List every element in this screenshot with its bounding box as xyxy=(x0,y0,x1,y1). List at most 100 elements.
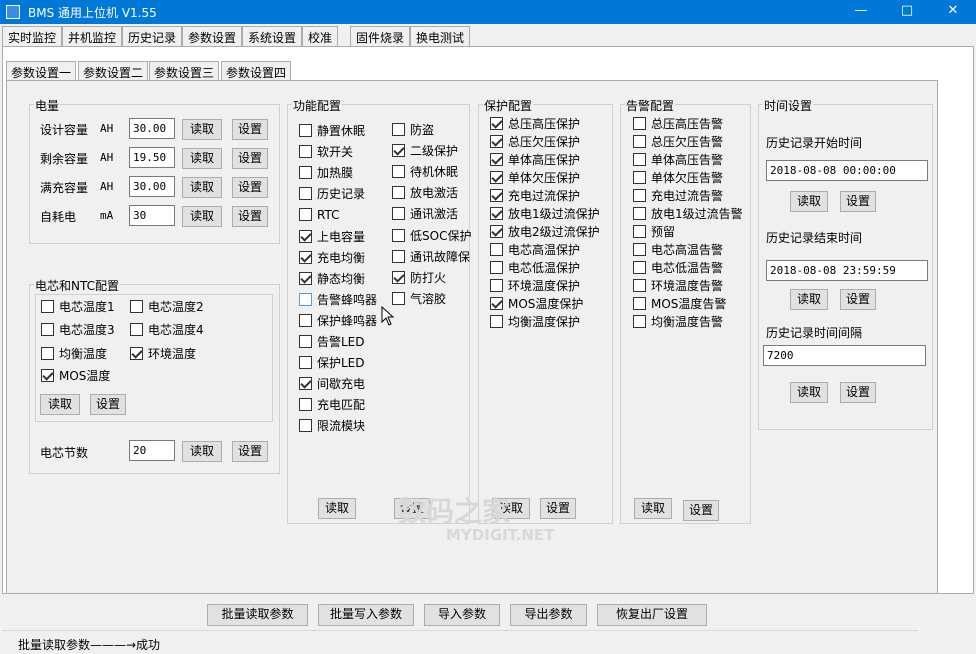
history-end-set-button[interactable]: 设置 xyxy=(840,289,876,310)
function-a-box-4[interactable] xyxy=(299,187,312,201)
cell-temp-3-checkbox[interactable]: 电芯温度3 xyxy=(41,322,115,338)
alarm-checkbox-3[interactable]: 单体高压告警 xyxy=(633,152,723,168)
balance-temp-box[interactable] xyxy=(41,347,54,360)
function-a-box-10[interactable] xyxy=(299,313,312,327)
tab-parallel-monitor[interactable]: 并机监控 xyxy=(62,26,123,47)
subtab-settings-1[interactable]: 参数设置一 xyxy=(6,61,77,81)
function-a-checkbox-14[interactable]: 充电匹配 xyxy=(299,397,365,413)
function-a-checkbox-4[interactable]: 历史记录 xyxy=(299,186,365,202)
function-a-box-13[interactable] xyxy=(299,377,312,391)
alarm-box-8[interactable] xyxy=(633,243,646,256)
function-b-checkbox-4[interactable]: 放电激活 xyxy=(392,185,458,201)
alarm-checkbox-6[interactable]: 放电1级过流告警 xyxy=(633,206,743,222)
remaining-capacity-read-button[interactable]: 读取 xyxy=(182,148,222,169)
alarm-checkbox-12[interactable]: 均衡温度告警 xyxy=(633,314,723,330)
minimize-button[interactable]: — xyxy=(838,0,884,24)
function-a-checkbox-1[interactable]: 静置休眠 xyxy=(299,123,365,139)
import-params-button[interactable]: 导入参数 xyxy=(424,604,500,626)
factory-reset-button[interactable]: 恢复出厂设置 xyxy=(597,604,707,626)
alarm-box-12[interactable] xyxy=(633,315,646,328)
design-capacity-set-button[interactable]: 设置 xyxy=(232,119,268,140)
alarm-box-3[interactable] xyxy=(633,153,646,166)
function-b-checkbox-1[interactable]: 防盗 xyxy=(392,122,434,138)
remaining-capacity-set-button[interactable]: 设置 xyxy=(232,148,268,169)
alarm-box-2[interactable] xyxy=(633,135,646,148)
protection-checkbox-9[interactable]: 电芯低温保护 xyxy=(490,260,580,276)
close-button[interactable]: ✕ xyxy=(930,0,976,24)
function-a-checkbox-2[interactable]: 软开关 xyxy=(299,144,353,160)
function-b-box-5[interactable] xyxy=(392,207,405,221)
alarm-checkbox-4[interactable]: 单体欠压告警 xyxy=(633,170,723,186)
function-b-box-9[interactable] xyxy=(392,291,405,305)
cell-count-read-button[interactable]: 读取 xyxy=(182,441,222,462)
function-a-box-3[interactable] xyxy=(299,166,312,180)
protection-checkbox-10[interactable]: 环境温度保护 xyxy=(490,278,580,294)
alarm-box-7[interactable] xyxy=(633,225,646,238)
full-capacity-input[interactable]: 30.00 xyxy=(129,176,175,197)
subtab-settings-4[interactable]: 参数设置四 xyxy=(221,61,292,81)
function-a-checkbox-11[interactable]: 告警LED xyxy=(299,334,365,350)
function-a-checkbox-12[interactable]: 保护LED xyxy=(299,355,365,371)
function-a-checkbox-5[interactable]: RTC xyxy=(299,207,339,223)
protection-checkbox-4[interactable]: 单体欠压保护 xyxy=(490,170,580,186)
cell-temp-4-checkbox[interactable]: 电芯温度4 xyxy=(130,322,204,338)
design-capacity-input[interactable]: 30.00 xyxy=(129,118,175,139)
function-b-box-3[interactable] xyxy=(392,165,405,179)
balance-temp-checkbox[interactable]: 均衡温度 xyxy=(41,346,107,362)
alarm-box-6[interactable] xyxy=(633,207,646,220)
protection-checkbox-5[interactable]: 充电过流保护 xyxy=(490,188,580,204)
function-a-checkbox-9[interactable]: 告警蜂鸣器 xyxy=(299,292,377,308)
ntc-read-button[interactable]: 读取 xyxy=(40,394,80,415)
function-read-button[interactable]: 读取 xyxy=(318,498,356,519)
protection-box-1[interactable] xyxy=(490,117,503,130)
function-a-checkbox-13[interactable]: 间歇充电 xyxy=(299,376,365,392)
self-consumption-input[interactable]: 30 xyxy=(129,205,175,226)
history-interval-set-button[interactable]: 设置 xyxy=(840,382,876,403)
alarm-box-5[interactable] xyxy=(633,189,646,202)
function-a-box-12[interactable] xyxy=(299,356,312,370)
function-b-box-2[interactable] xyxy=(392,144,405,158)
protection-box-5[interactable] xyxy=(490,189,503,202)
protection-box-3[interactable] xyxy=(490,153,503,166)
remaining-capacity-input[interactable]: 19.50 xyxy=(129,147,175,168)
function-a-box-11[interactable] xyxy=(299,335,312,348)
function-b-checkbox-8[interactable]: 防打火 xyxy=(392,270,446,286)
function-b-checkbox-2[interactable]: 二级保护 xyxy=(392,143,458,159)
tab-system-settings[interactable]: 系统设置 xyxy=(242,26,303,47)
alarm-box-10[interactable] xyxy=(633,279,646,292)
mos-temp-box[interactable] xyxy=(41,369,54,382)
function-a-box-1[interactable] xyxy=(299,124,312,137)
function-a-box-14[interactable] xyxy=(299,398,312,412)
function-b-box-6[interactable] xyxy=(392,228,405,242)
protection-box-2[interactable] xyxy=(490,135,503,148)
function-a-box-8[interactable] xyxy=(299,271,312,285)
function-b-box-8[interactable] xyxy=(392,270,405,284)
cell-temp-4-box[interactable] xyxy=(130,323,143,336)
alarm-set-button[interactable]: 设置 xyxy=(683,500,719,521)
alarm-checkbox-11[interactable]: MOS温度告警 xyxy=(633,296,726,312)
cell-count-input[interactable]: 20 xyxy=(129,440,175,461)
protection-box-9[interactable] xyxy=(490,261,503,274)
history-interval-input[interactable]: 7200 xyxy=(763,345,926,366)
history-end-read-button[interactable]: 读取 xyxy=(790,289,828,310)
alarm-checkbox-10[interactable]: 环境温度告警 xyxy=(633,278,723,294)
protection-checkbox-8[interactable]: 电芯高温保护 xyxy=(490,242,580,258)
alarm-checkbox-7[interactable]: 预留 xyxy=(633,224,675,240)
function-a-box-2[interactable] xyxy=(299,145,312,159)
full-capacity-read-button[interactable]: 读取 xyxy=(182,177,222,198)
tab-battery-swap-test[interactable]: 换电测试 xyxy=(410,26,471,47)
protection-checkbox-7[interactable]: 放电2级过流保护 xyxy=(490,224,600,240)
alarm-box-9[interactable] xyxy=(633,261,646,274)
self-consumption-read-button[interactable]: 读取 xyxy=(182,206,222,227)
function-b-checkbox-3[interactable]: 待机休眠 xyxy=(392,164,458,180)
function-a-box-6[interactable] xyxy=(299,229,312,243)
protection-box-11[interactable] xyxy=(490,297,503,310)
self-consumption-set-button[interactable]: 设置 xyxy=(232,206,268,227)
function-a-box-9[interactable] xyxy=(299,292,312,306)
cell-count-set-button[interactable]: 设置 xyxy=(232,441,268,462)
cell-temp-2-checkbox[interactable]: 电芯温度2 xyxy=(130,299,204,315)
alarm-checkbox-9[interactable]: 电芯低温告警 xyxy=(633,260,723,276)
alarm-box-4[interactable] xyxy=(633,171,646,184)
protection-box-4[interactable] xyxy=(490,171,503,184)
ambient-temp-checkbox[interactable]: 环境温度 xyxy=(130,346,196,362)
